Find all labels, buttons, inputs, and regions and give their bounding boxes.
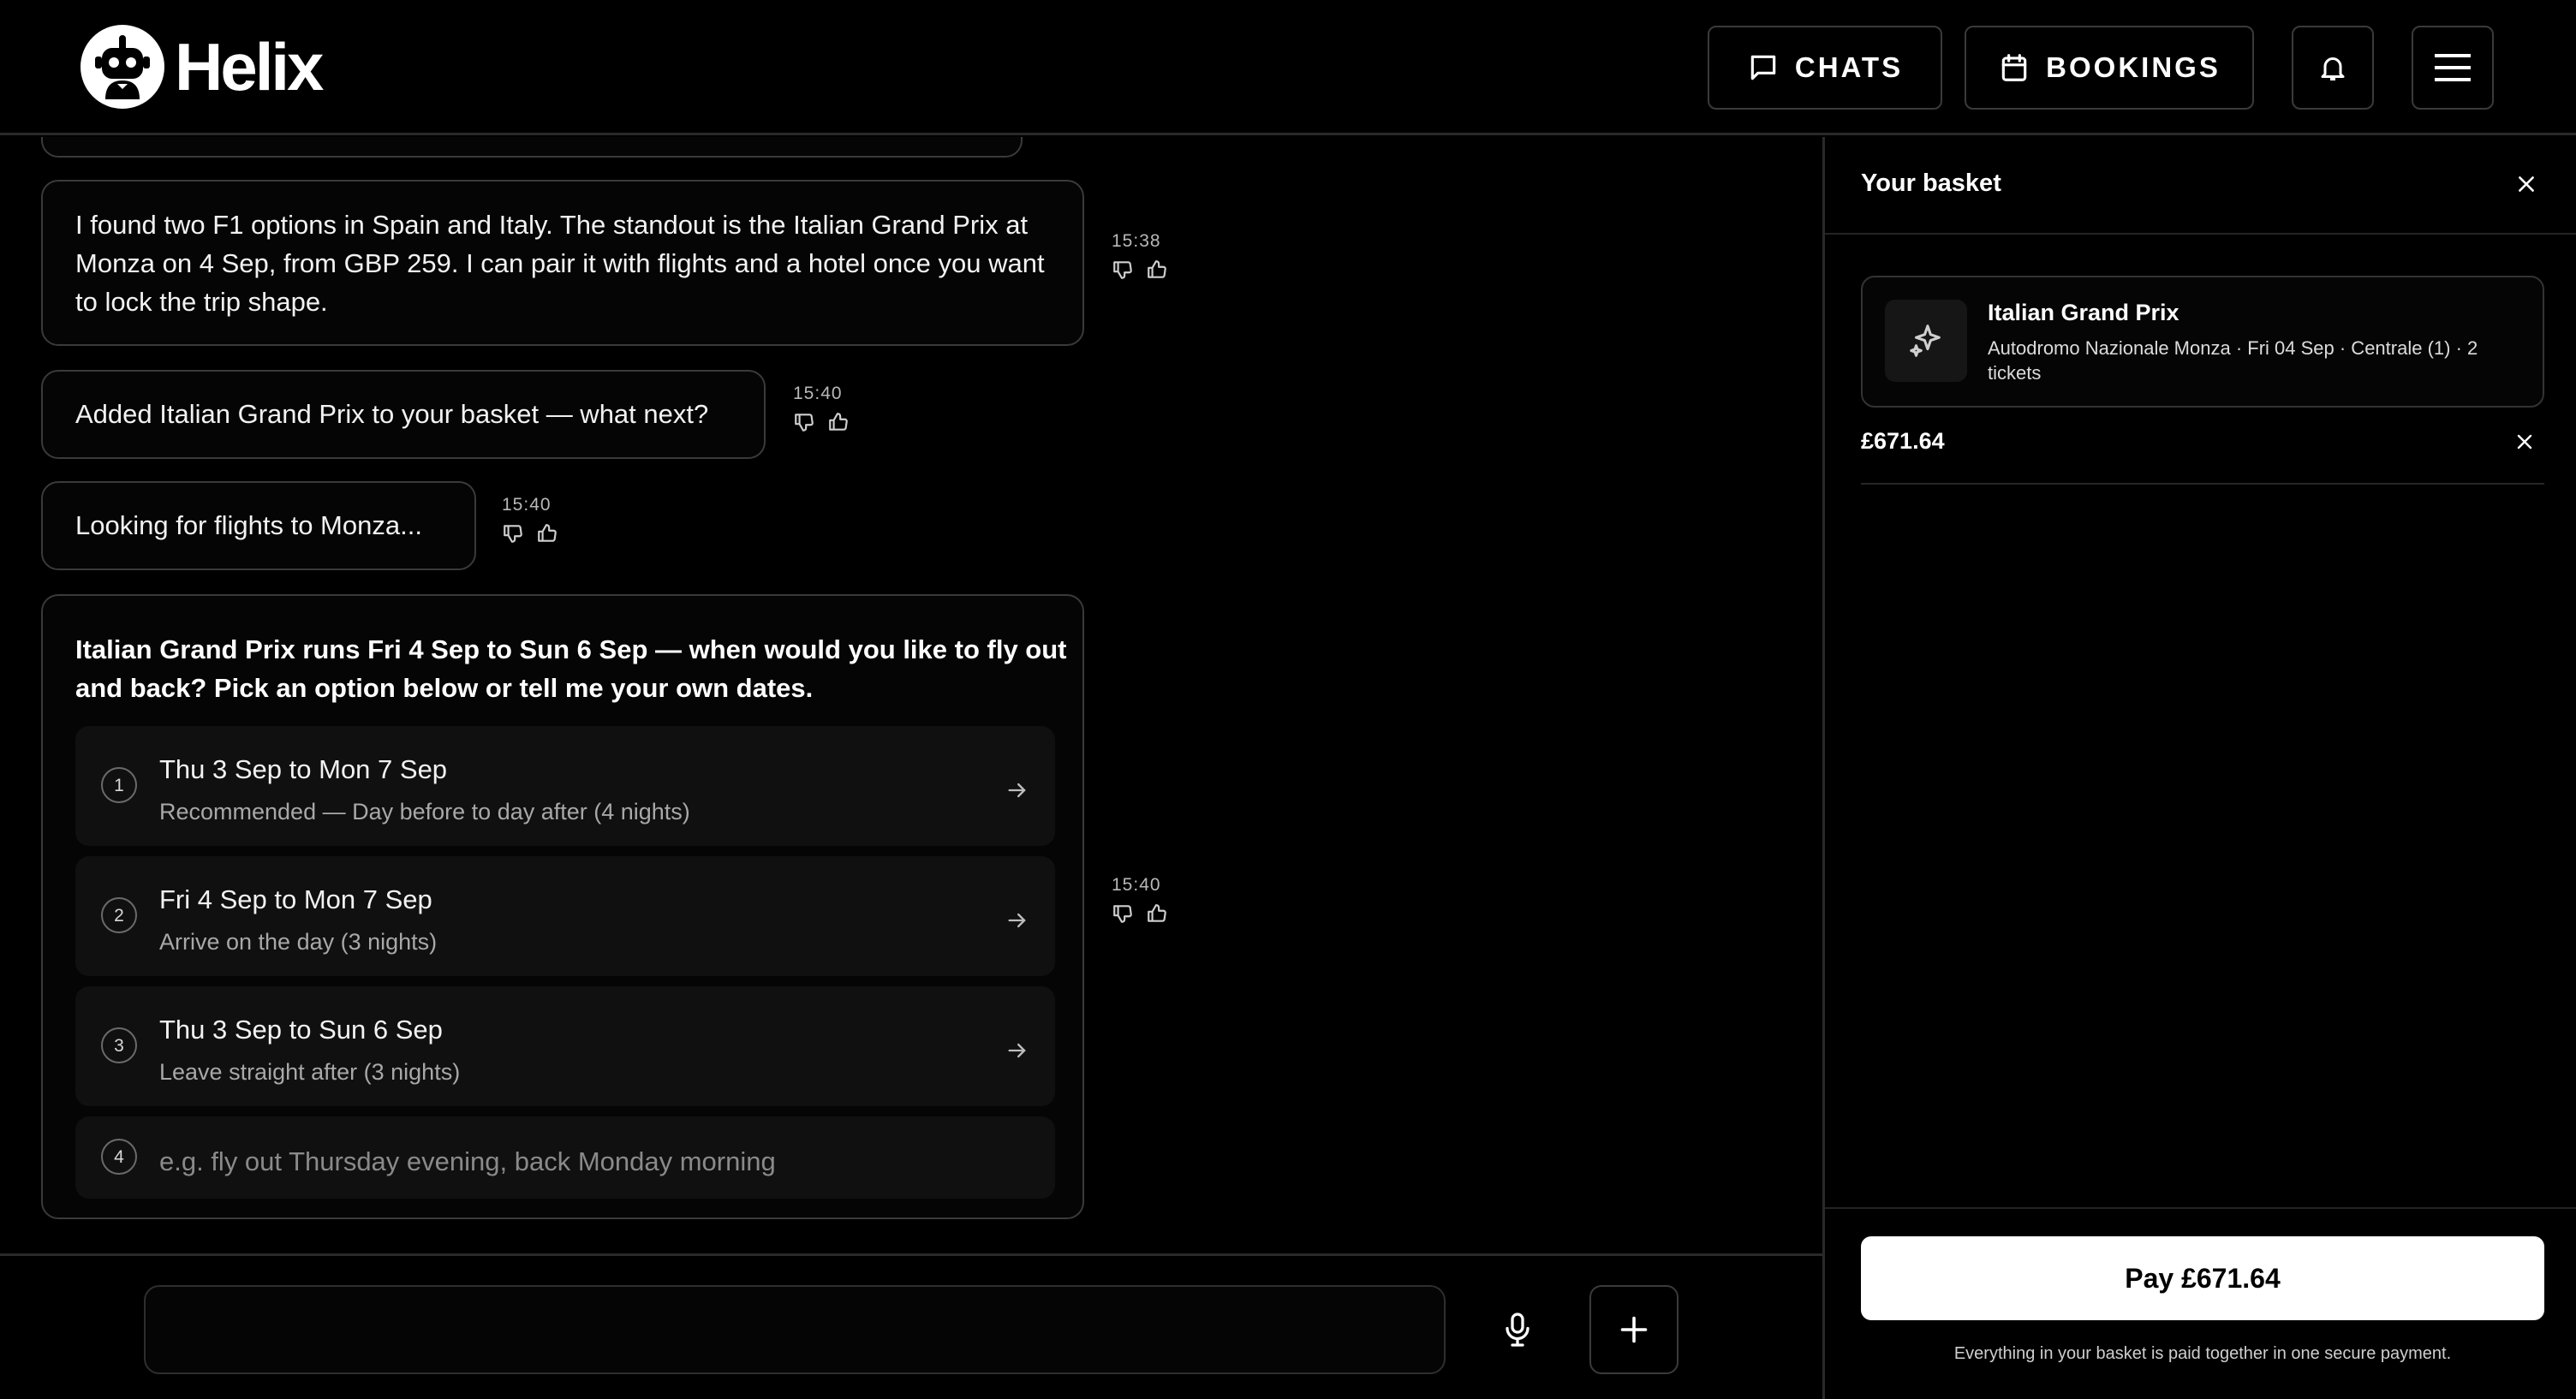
basket-footer: Pay £671.64 Everything in your basket is… bbox=[1825, 1207, 2576, 1399]
message-text: I found two F1 options in Spain and Ital… bbox=[75, 210, 1045, 317]
assistant-message: Looking for flights to Monza... bbox=[41, 481, 476, 570]
message-meta: 15:40 bbox=[793, 384, 853, 437]
notifications-button[interactable] bbox=[2292, 26, 2374, 110]
basket-item-name: Italian Grand Prix bbox=[1988, 300, 2179, 325]
basket-item-details: Autodromo Nazionale Monza · Fri 04 Sep ·… bbox=[1988, 337, 2478, 384]
date-options-card: Italian Grand Prix runs Fri 4 Sep to Sun… bbox=[41, 594, 1084, 1219]
bookings-button[interactable]: BOOKINGS bbox=[1965, 26, 2254, 110]
close-icon[interactable] bbox=[2514, 432, 2537, 454]
arrow-right-icon bbox=[1005, 1034, 1031, 1060]
date-option-3[interactable]: 3 Thu 3 Sep to Sun 6 Sep Leave straight … bbox=[75, 986, 1055, 1106]
chats-label: CHATS bbox=[1794, 51, 1904, 83]
assistant-message: I found two F1 options in Spain and Ital… bbox=[41, 180, 1084, 346]
date-option-1[interactable]: 1 Thu 3 Sep to Mon 7 Sep Recommended — D… bbox=[75, 726, 1055, 846]
robot-logo-icon bbox=[80, 25, 164, 109]
thumbs-down-icon[interactable] bbox=[502, 522, 528, 548]
thumbs-down-icon[interactable] bbox=[1112, 259, 1137, 284]
close-icon[interactable] bbox=[2515, 173, 2539, 197]
message-time: 15:40 bbox=[502, 495, 552, 515]
add-attachment-button[interactable] bbox=[1589, 1285, 1679, 1374]
option-number: 4 bbox=[101, 1139, 137, 1175]
message-time: 15:40 bbox=[1112, 875, 1161, 895]
menu-button[interactable] bbox=[2412, 26, 2494, 110]
previous-message-bubble bbox=[41, 137, 1023, 158]
option-number: 3 bbox=[101, 1027, 137, 1063]
basket-header: Your basket bbox=[1825, 137, 2576, 235]
arrow-right-icon bbox=[1005, 904, 1031, 930]
chat-bubble-icon bbox=[1747, 51, 1780, 84]
basket-item-price: £671.64 bbox=[1861, 428, 1945, 454]
bell-icon bbox=[2317, 52, 2348, 83]
thumbs-down-icon[interactable] bbox=[1112, 902, 1137, 928]
message-time: 15:38 bbox=[1112, 231, 1161, 251]
basket-panel: Your basket Italian Grand Prix Autodromo… bbox=[1822, 137, 2576, 1399]
bookings-label: BOOKINGS bbox=[2046, 51, 2221, 83]
thumbs-down-icon[interactable] bbox=[793, 411, 819, 437]
arrow-right-icon bbox=[1005, 774, 1031, 800]
plus-icon bbox=[1619, 1314, 1649, 1345]
option-title: Fri 4 Sep to Mon 7 Sep bbox=[159, 884, 432, 914]
top-bar: Helix CHATS BOOKINGS bbox=[0, 0, 2576, 135]
microphone-icon[interactable] bbox=[1495, 1306, 1540, 1354]
thumbs-up-icon[interactable] bbox=[827, 411, 853, 437]
thumbs-up-icon[interactable] bbox=[1146, 902, 1172, 928]
custom-dates-placeholder[interactable]: e.g. fly out Thursday evening, back Mond… bbox=[159, 1142, 776, 1181]
app-name: Helix bbox=[175, 28, 324, 104]
option-title: Thu 3 Sep to Mon 7 Sep bbox=[159, 754, 448, 784]
option-number: 2 bbox=[101, 897, 137, 933]
chat-thread[interactable]: I found two F1 options in Spain and Ital… bbox=[0, 137, 1822, 1253]
sparkle-icon bbox=[1885, 300, 1967, 382]
thumbs-up-icon[interactable] bbox=[536, 522, 562, 548]
message-text: Added Italian Grand Prix to your basket … bbox=[75, 399, 709, 429]
date-option-2[interactable]: 2 Fri 4 Sep to Mon 7 Sep Arrive on the d… bbox=[75, 856, 1055, 976]
message-meta: 15:38 bbox=[1112, 231, 1172, 284]
option-subtitle: Arrive on the day (3 nights) bbox=[159, 929, 438, 955]
helix-logo[interactable]: Helix bbox=[80, 24, 324, 110]
option-number: 1 bbox=[101, 767, 137, 803]
pay-button[interactable]: Pay £671.64 bbox=[1861, 1236, 2544, 1320]
basket-title: Your basket bbox=[1861, 170, 2001, 197]
payment-note: Everything in your basket is paid togeth… bbox=[1953, 1344, 2452, 1363]
message-text: Looking for flights to Monza... bbox=[75, 510, 422, 540]
message-time: 15:40 bbox=[793, 384, 843, 403]
hamburger-menu-icon bbox=[2433, 51, 2472, 85]
custom-dates-input[interactable]: 4 e.g. fly out Thursday evening, back Mo… bbox=[75, 1116, 1055, 1199]
calendar-icon bbox=[1998, 51, 2030, 84]
thumbs-up-icon[interactable] bbox=[1146, 259, 1172, 284]
message-input[interactable] bbox=[144, 1285, 1446, 1374]
message-meta: 15:40 bbox=[1112, 875, 1172, 928]
assistant-message: Added Italian Grand Prix to your basket … bbox=[41, 370, 766, 459]
option-subtitle: Recommended — Day before to day after (4… bbox=[159, 799, 690, 825]
message-composer bbox=[0, 1253, 1822, 1399]
option-title: Thu 3 Sep to Sun 6 Sep bbox=[159, 1015, 443, 1045]
options-question: Italian Grand Prix runs Fri 4 Sep to Sun… bbox=[75, 634, 1067, 703]
message-meta: 15:40 bbox=[502, 495, 562, 548]
option-subtitle: Leave straight after (3 nights) bbox=[159, 1059, 461, 1085]
basket-item-card[interactable]: Italian Grand Prix Autodromo Nazionale M… bbox=[1861, 276, 2544, 408]
chats-button[interactable]: CHATS bbox=[1708, 26, 1942, 110]
divider bbox=[1861, 483, 2544, 485]
